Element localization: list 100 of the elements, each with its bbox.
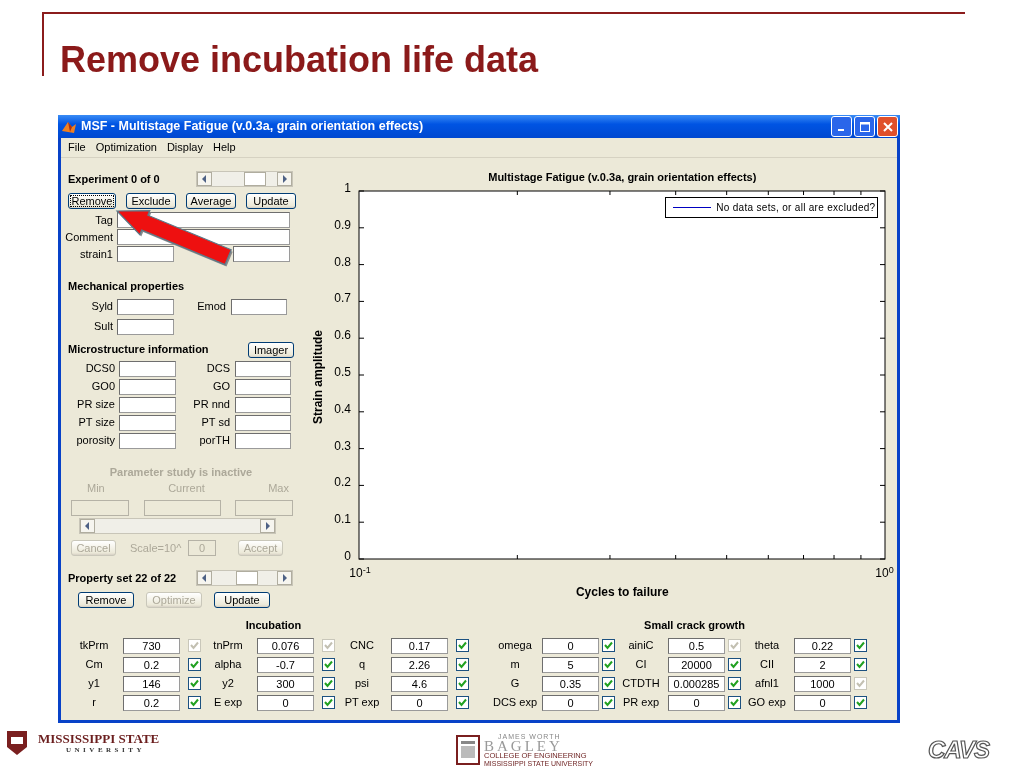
input-field[interactable]: 0.17	[391, 637, 448, 654]
input-field[interactable]	[235, 432, 291, 449]
input-field[interactable]: 4.6	[391, 675, 448, 692]
input-field[interactable]: 0.000285	[668, 675, 725, 692]
menu-item[interactable]: File	[63, 139, 91, 156]
checkbox[interactable]	[188, 696, 201, 709]
input-field[interactable]	[119, 414, 176, 431]
input-field[interactable]: 0.22	[794, 637, 851, 654]
checkbox[interactable]	[728, 696, 741, 709]
left-arrow-icon[interactable]	[202, 175, 207, 184]
scroll-left-button[interactable]	[197, 571, 212, 586]
checkbox[interactable]	[456, 639, 469, 652]
checkbox[interactable]	[854, 639, 867, 652]
scroll-right-button[interactable]	[260, 518, 275, 533]
input-field[interactable]: 0.35	[542, 675, 599, 692]
checkbox[interactable]	[188, 677, 201, 690]
property-scrollbar[interactable]	[196, 570, 293, 587]
scroll-left-button[interactable]	[80, 518, 95, 533]
scroll-thumb[interactable]	[244, 172, 267, 187]
input-field[interactable]: 0	[257, 694, 314, 711]
parameter-label: omega	[497, 638, 533, 654]
maximize-button[interactable]	[854, 116, 875, 137]
scroll-right-button[interactable]	[277, 172, 292, 187]
input-field[interactable]: 0	[391, 694, 448, 711]
button[interactable]: Remove	[78, 591, 134, 608]
close-icon[interactable]	[882, 121, 893, 132]
input-field[interactable]	[119, 396, 176, 413]
checkbox[interactable]	[322, 658, 335, 671]
input-field[interactable]: 0	[542, 694, 599, 711]
building-icon	[456, 735, 480, 765]
input-field[interactable]: 0.2	[123, 694, 180, 711]
checkbox[interactable]	[854, 696, 867, 709]
button[interactable]: Exclude	[126, 192, 176, 209]
input-field[interactable]: 0.2	[123, 656, 180, 673]
input-field[interactable]	[117, 298, 174, 315]
input-field[interactable]: 0	[668, 694, 725, 711]
column-label: Max	[268, 481, 289, 496]
input-field[interactable]: -0.7	[257, 656, 314, 673]
checkbox[interactable]	[456, 696, 469, 709]
button[interactable]: Remove	[68, 192, 116, 209]
input-field[interactable]	[119, 360, 176, 377]
button[interactable]: Average	[186, 192, 236, 209]
input-field[interactable]	[117, 246, 174, 262]
checkbox[interactable]	[456, 677, 469, 690]
input-field[interactable]	[235, 360, 291, 377]
maximize-icon[interactable]	[859, 121, 870, 132]
scroll-right-button[interactable]	[277, 571, 292, 586]
checkbox[interactable]	[602, 658, 615, 671]
section-title: Mechanical properties	[67, 278, 186, 294]
button[interactable]: Update	[246, 192, 296, 209]
menu-item[interactable]: Optimization	[90, 139, 162, 156]
right-arrow-icon[interactable]	[265, 521, 270, 530]
checkbox[interactable]	[854, 658, 867, 671]
checkbox[interactable]	[602, 696, 615, 709]
parameter-scrollbar[interactable]	[79, 517, 276, 534]
input-field[interactable]: 2.26	[391, 656, 448, 673]
input-field[interactable]: 146	[123, 675, 180, 692]
input-field[interactable]: 2	[794, 656, 851, 673]
scroll-thumb[interactable]	[235, 571, 258, 586]
input-field[interactable]	[119, 432, 176, 449]
input-field[interactable]	[235, 378, 291, 395]
imager-button[interactable]: Imager	[248, 341, 294, 358]
checkbox[interactable]	[728, 658, 741, 671]
left-arrow-icon[interactable]	[202, 574, 207, 583]
minimize-button[interactable]	[831, 116, 852, 137]
input-field[interactable]	[119, 378, 176, 395]
parameter-label: GO exp	[747, 695, 787, 711]
checkbox[interactable]	[602, 639, 615, 652]
tick-label: 0.5	[334, 364, 351, 381]
close-button[interactable]	[877, 116, 898, 137]
checkbox[interactable]	[322, 677, 335, 690]
parameter-label: psi	[353, 676, 371, 692]
menu-item[interactable]: Display	[161, 139, 208, 156]
parameter-label: y2	[221, 676, 235, 692]
scroll-left-button[interactable]	[197, 172, 212, 187]
checkbox[interactable]	[188, 658, 201, 671]
left-arrow-icon[interactable]	[85, 521, 90, 530]
checkbox[interactable]	[602, 677, 615, 690]
menu-item[interactable]: Help	[207, 139, 241, 156]
experiment-scrollbar[interactable]	[196, 171, 293, 188]
input-field[interactable]	[235, 396, 291, 413]
input-field[interactable]	[235, 414, 291, 431]
right-arrow-icon[interactable]	[282, 175, 287, 184]
group-title: Incubation	[244, 618, 303, 633]
button[interactable]: Update	[214, 591, 270, 608]
input-field[interactable]	[117, 318, 174, 335]
checkbox[interactable]	[728, 677, 741, 690]
checkbox[interactable]	[456, 658, 469, 671]
logo-text: MISSISSIPPI STATE	[38, 731, 160, 746]
checkbox[interactable]	[322, 696, 335, 709]
parameter-label: PR exp	[621, 695, 661, 711]
input-field[interactable]: 20000	[668, 656, 725, 673]
input-field[interactable]	[233, 246, 290, 262]
right-arrow-icon[interactable]	[282, 574, 287, 583]
input-field[interactable]: 0	[794, 694, 851, 711]
input-field[interactable]: 5	[542, 656, 599, 673]
input-field[interactable]: 300	[257, 675, 314, 692]
input-field[interactable]	[231, 298, 287, 315]
column-label: Current	[168, 481, 205, 496]
input-field[interactable]: 0	[542, 637, 599, 654]
